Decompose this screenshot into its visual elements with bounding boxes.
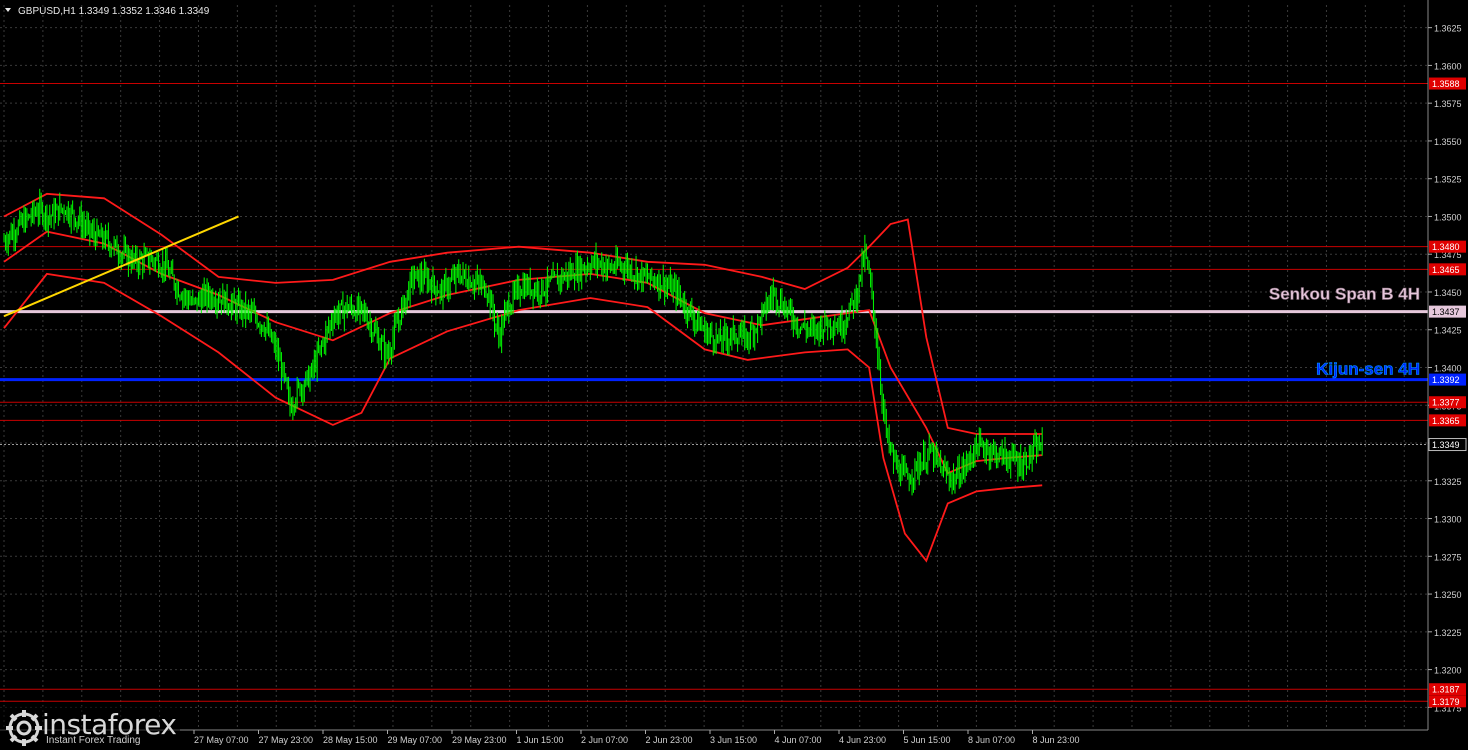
price-tick-label: 1.3425: [1434, 326, 1462, 336]
time-tick-label: 2 Jun 07:00: [581, 735, 628, 745]
time-tick-label: 27 May 23:00: [259, 735, 314, 745]
level-price-label: 1.3187: [1432, 685, 1460, 695]
price-tick-label: 1.3325: [1434, 477, 1462, 487]
price-tick-label: 1.3625: [1434, 24, 1462, 34]
kijun-price-label: 1.3392: [1432, 375, 1460, 385]
symbol-header: GBPUSD,H1 1.3349 1.3352 1.3346 1.3349: [18, 6, 210, 17]
price-tick-label: 1.3275: [1434, 552, 1462, 562]
price-tick-label: 1.3300: [1434, 515, 1462, 525]
level-price-label: 1.3588: [1432, 79, 1460, 89]
level-price-label: 1.3465: [1432, 265, 1460, 275]
level-price-label: 1.3480: [1432, 242, 1460, 252]
price-tick-label: 1.3500: [1434, 212, 1462, 222]
time-tick-label: 29 May 23:00: [452, 735, 507, 745]
price-tick-label: 1.3400: [1434, 364, 1462, 374]
price-tick-label: 1.3575: [1434, 99, 1462, 109]
price-chart[interactable]: Senkou Span B 4H Kijun-sen 4H 1.3625 1.360…: [0, 0, 1468, 750]
time-tick-label: 27 May 07:00: [194, 735, 249, 745]
level-price-label: 1.3179: [1432, 697, 1460, 707]
time-tick-label: 2 Jun 23:00: [646, 735, 693, 745]
time-tick-label: 4 Jun 23:00: [839, 735, 886, 745]
price-tick-label: 1.3550: [1434, 137, 1462, 147]
price-tick-label: 1.3525: [1434, 175, 1462, 185]
time-tick-label: 5 Jun 15:00: [904, 735, 951, 745]
time-tick-label: 8 Jun 07:00: [968, 735, 1015, 745]
instaforex-emblem-icon: [6, 710, 42, 746]
instaforex-logo: instaforex Instant Forex Trading: [0, 706, 180, 750]
time-tick-label: 8 Jun 23:00: [1033, 735, 1080, 745]
logo-tagline: Instant Forex Trading: [46, 735, 141, 746]
price-tick-label: 1.3450: [1434, 288, 1462, 298]
time-tick-label: 1 Jun 15:00: [517, 735, 564, 745]
senkou-span-b-label: Senkou Span B 4H: [1269, 285, 1420, 304]
time-tick-label: 3 Jun 15:00: [710, 735, 757, 745]
time-tick-label: 29 May 07:00: [388, 735, 443, 745]
time-tick-label: 4 Jun 07:00: [775, 735, 822, 745]
current-price-label: 1.3349: [1432, 440, 1460, 450]
time-tick-label: 28 May 15:00: [323, 735, 378, 745]
senkou-price-label: 1.3437: [1432, 307, 1460, 317]
kijun-sen-label: Kijun-sen 4H: [1316, 360, 1420, 379]
price-tick-label: 1.3225: [1434, 628, 1462, 638]
level-price-label: 1.3365: [1432, 416, 1460, 426]
price-tick-label: 1.3250: [1434, 590, 1462, 600]
level-price-label: 1.3377: [1432, 398, 1460, 408]
price-tick-label: 1.3600: [1434, 61, 1462, 71]
price-tick-label: 1.3200: [1434, 666, 1462, 676]
